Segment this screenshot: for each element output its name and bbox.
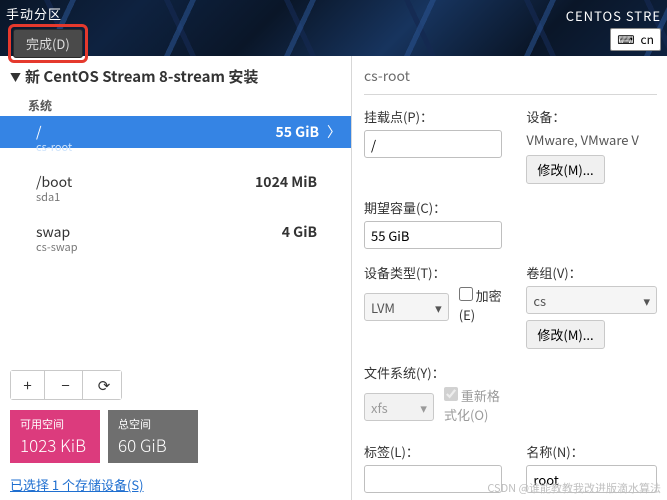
partition-size: 55 GiB <box>275 122 319 142</box>
system-section-label: 系统 <box>10 93 345 116</box>
tag-label: 标签(L)： <box>364 442 502 461</box>
modify-device-button[interactable]: 修改(M)... <box>526 155 604 184</box>
chevron-down-icon: ▼ <box>10 69 21 85</box>
chevron-down-icon: ▾ <box>643 291 650 310</box>
capacity-label: 期望容量(C)： <box>364 198 502 217</box>
volume-group-select[interactable]: cs ▾ <box>526 286 657 314</box>
partition-size: 4 GiB <box>282 222 317 242</box>
modify-vg-button[interactable]: 修改(M)... <box>526 320 604 349</box>
name-label: 名称(N)： <box>526 442 657 461</box>
watermark: CSDN @谁能教教我改进版滴水算法 <box>487 480 661 496</box>
partition-row-boot[interactable]: /boot sda1 1024 MiB <box>10 166 345 198</box>
total-space-value: 60 GiB <box>118 432 188 457</box>
available-space-box: 可用空间 1023 KiB <box>10 410 100 463</box>
volume-group-label: 卷组(V)： <box>526 263 657 282</box>
chevron-right-icon: 〉 <box>327 122 341 142</box>
partition-device: cs-swap <box>36 239 78 255</box>
storage-devices-link[interactable]: 已选择 1 个存储设备(S) <box>10 475 144 494</box>
detail-title: cs-root <box>364 64 657 95</box>
encrypt-checkbox-wrap[interactable]: 加密(E) <box>459 286 503 324</box>
chevron-down-icon: ▾ <box>420 398 427 417</box>
volume-group-value: cs <box>533 291 546 310</box>
product-name: CENTOS STRE <box>566 6 661 25</box>
partition-row-root[interactable]: / cs-root 55 GiB 〉 <box>0 116 351 148</box>
keyboard-layout: cn <box>641 31 654 48</box>
filesystem-select[interactable]: xfs ▾ <box>364 393 434 421</box>
reload-button[interactable]: ⟳ <box>87 371 121 399</box>
mount-point-input[interactable] <box>364 130 502 158</box>
device-type-select[interactable]: LVM ▾ <box>364 293 449 321</box>
keyboard-indicator[interactable]: ⌨ cn <box>610 28 661 51</box>
partition-size: 1024 MiB <box>255 172 317 192</box>
remove-partition-button[interactable]: − <box>49 371 83 399</box>
device-label: 设备： <box>526 107 657 126</box>
tag-input[interactable] <box>364 465 502 493</box>
partition-device: sda1 <box>36 189 60 205</box>
mount-point-label: 挂载点(P)： <box>364 107 502 126</box>
done-button[interactable]: 完成(D) <box>13 29 83 58</box>
available-space-label: 可用空间 <box>20 416 90 432</box>
device-type-label: 设备类型(T)： <box>364 263 502 282</box>
install-title: 新 CentOS Stream 8-stream 安装 <box>25 66 258 87</box>
partition-list: / cs-root 55 GiB 〉 /boot sda1 1024 MiB <box>10 116 345 248</box>
filesystem-label: 文件系统(Y)： <box>364 363 502 382</box>
install-tree-header[interactable]: ▼ 新 CentOS Stream 8-stream 安装 <box>10 64 345 93</box>
chevron-down-icon: ▾ <box>435 298 442 317</box>
reformat-checkbox-wrap: 重新格式化(O) <box>444 386 502 424</box>
filesystem-value: xfs <box>371 398 388 417</box>
page-title: 手动分区 <box>6 4 62 23</box>
available-space-value: 1023 KiB <box>20 432 90 457</box>
capacity-input[interactable] <box>364 221 502 249</box>
partition-row-swap[interactable]: swap cs-swap 4 GiB <box>10 216 345 248</box>
device-type-value: LVM <box>371 298 395 317</box>
add-partition-button[interactable]: + <box>11 371 45 399</box>
device-value: VMware, VMware V <box>526 130 657 149</box>
done-button-highlight: 完成(D) <box>8 24 88 63</box>
reformat-checkbox <box>444 387 458 401</box>
keyboard-icon: ⌨ <box>617 31 634 48</box>
total-space-box: 总空间 60 GiB <box>108 410 198 463</box>
partition-device: cs-root <box>36 139 72 155</box>
total-space-label: 总空间 <box>118 416 188 432</box>
encrypt-checkbox[interactable] <box>459 287 473 301</box>
